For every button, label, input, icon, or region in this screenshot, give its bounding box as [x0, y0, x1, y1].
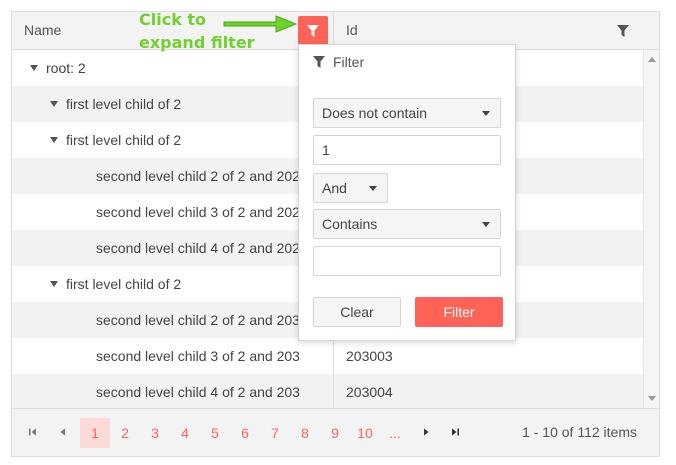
clear-filter-button[interactable]: Clear	[313, 297, 401, 327]
name-filter-button[interactable]	[298, 16, 328, 46]
expand-caret-icon[interactable]	[50, 101, 58, 108]
name-cell-text: root: 2	[46, 60, 86, 76]
logic-dropdown-value: And	[322, 180, 347, 196]
expand-caret-icon[interactable]	[30, 65, 38, 72]
filter-value-input-1[interactable]: 1	[313, 135, 501, 165]
name-cell-text: second level child 3 of 2 and 203	[96, 348, 300, 364]
page-number-button[interactable]: 10	[350, 418, 380, 448]
filter-icon	[313, 55, 325, 68]
more-pages-button[interactable]: ...	[380, 418, 410, 448]
column-header-name-label: Name	[24, 22, 62, 38]
table-row[interactable]: second level child 3 of 2 and 203 203003	[12, 338, 643, 374]
name-cell-text: second level child 4 of 2 and 203	[96, 384, 300, 400]
page-number-button[interactable]: 3	[140, 418, 170, 448]
id-filter-button[interactable]	[608, 16, 638, 46]
operator-dropdown-1[interactable]: Does not contain	[313, 98, 501, 128]
previous-page-icon	[60, 428, 65, 436]
page-number-button[interactable]: 1	[80, 418, 110, 448]
annotation-arrow-icon	[223, 15, 298, 33]
expand-caret-icon[interactable]	[50, 281, 58, 288]
logic-dropdown[interactable]: And	[313, 173, 388, 203]
name-cell-text: second level child 3 of 2 and 202	[96, 204, 300, 220]
filter-menu-title: Filter	[333, 54, 365, 70]
next-page-icon	[424, 428, 429, 436]
last-page-button[interactable]	[448, 425, 462, 439]
first-page-button[interactable]	[26, 425, 40, 439]
filter-menu: Filter Does not contain 1 And Contains C…	[298, 44, 516, 341]
filter-icon	[617, 24, 629, 37]
page-number-button[interactable]: 9	[320, 418, 350, 448]
previous-page-button[interactable]	[56, 425, 70, 439]
page-number-button[interactable]: 2	[110, 418, 140, 448]
name-cell-text: second level child 2 of 2 and 203	[96, 312, 300, 328]
operator-dropdown-1-value: Does not contain	[322, 105, 428, 121]
page-number-button[interactable]: 5	[200, 418, 230, 448]
name-cell-text: first level child of 2	[66, 96, 182, 112]
name-cell-text: second level child 2 of 2 and 202	[96, 168, 300, 184]
first-page-icon	[29, 428, 36, 436]
scroll-up-arrow-icon[interactable]	[648, 57, 656, 62]
chevron-down-icon	[482, 222, 490, 227]
name-cell-text: first level child of 2	[66, 276, 182, 292]
table-row[interactable]: second level child 4 of 2 and 203 203004	[12, 374, 643, 408]
filter-value-input-2[interactable]	[313, 246, 501, 276]
filter-menu-header: Filter	[313, 54, 364, 70]
last-page-icon	[452, 428, 459, 436]
operator-dropdown-2-value: Contains	[322, 216, 378, 232]
id-cell: 203003	[333, 338, 643, 374]
page-number-button[interactable]: 7	[260, 418, 290, 448]
page-number-button[interactable]: 8	[290, 418, 320, 448]
id-cell: 203004	[333, 374, 643, 408]
id-cell-text: 203003	[346, 348, 393, 364]
pager: 1 2 3 4 5 6 7 8 9 10... 1 - 10 of 112 items	[12, 408, 659, 456]
next-page-button[interactable]	[419, 425, 433, 439]
pager-info: 1 - 10 of 112 items	[522, 424, 637, 440]
id-cell-text: 203004	[346, 384, 393, 400]
vertical-scrollbar[interactable]	[643, 50, 659, 408]
chevron-down-icon	[369, 186, 377, 191]
apply-filter-button[interactable]: Filter	[415, 297, 503, 327]
expand-caret-icon[interactable]	[50, 137, 58, 144]
chevron-down-icon	[482, 111, 490, 116]
filter-value-input-1-text: 1	[322, 142, 330, 158]
name-cell-text: first level child of 2	[66, 132, 182, 148]
page-number-button[interactable]: 4	[170, 418, 200, 448]
page-number-button[interactable]: 6	[230, 418, 260, 448]
operator-dropdown-2[interactable]: Contains	[313, 209, 501, 239]
name-cell-text: second level child 4 of 2 and 202	[96, 240, 300, 256]
filter-icon	[307, 24, 319, 37]
scroll-down-arrow-icon[interactable]	[648, 396, 656, 401]
